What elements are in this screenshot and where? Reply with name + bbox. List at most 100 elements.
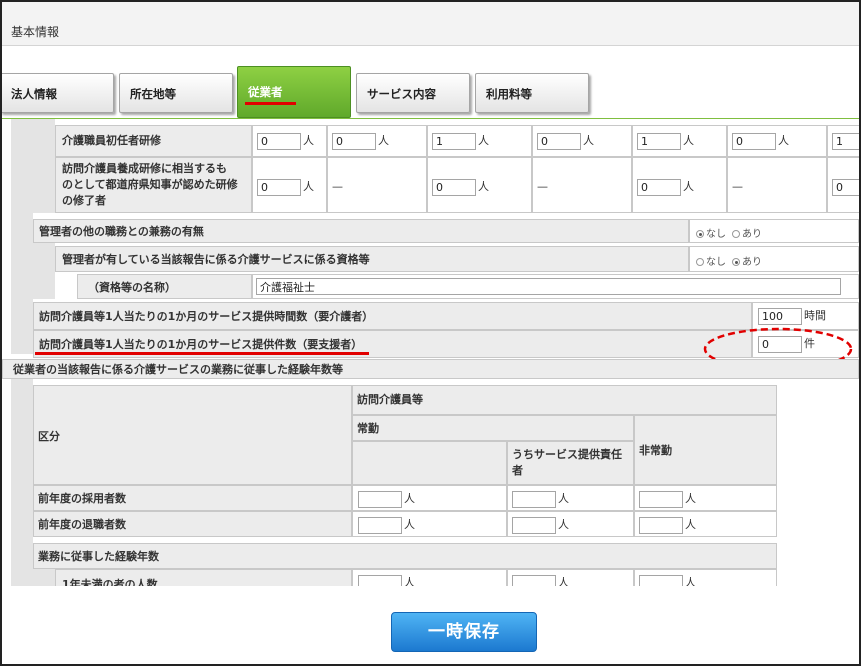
unit-label: 人 bbox=[685, 576, 696, 586]
tab-service-content[interactable]: サービス内容 bbox=[356, 73, 470, 113]
retirements-fulltime-input[interactable] bbox=[358, 517, 402, 534]
unit-label: 人 bbox=[558, 576, 569, 586]
not-applicable-dash: — bbox=[732, 180, 743, 193]
app-frame: 基本情報 法人情報 所在地等 従業者 サービス内容 利用料等 介護職員初任者研修… bbox=[0, 0, 861, 666]
retirements-label-cell: 前年度の退職者数 bbox=[33, 511, 352, 537]
tab-location[interactable]: 所在地等 bbox=[119, 73, 233, 113]
radio-option-yes[interactable]: あり bbox=[732, 225, 762, 240]
unit-label: 人 bbox=[404, 576, 415, 586]
parttime-header-cell: 非常勤 bbox=[634, 415, 777, 485]
equivalent-training-label-line3: の修了者 bbox=[62, 194, 106, 207]
annotation-underline-tab bbox=[245, 102, 296, 105]
unit-label: 人 bbox=[303, 134, 314, 147]
retirements-parttime-input[interactable] bbox=[639, 517, 683, 534]
category-header: 区分 bbox=[38, 430, 60, 443]
unit-label: 人 bbox=[683, 180, 694, 193]
fulltime-sub-header-line1: うちサービス提供責任 bbox=[512, 448, 622, 461]
left-indent-strip-inner bbox=[33, 119, 55, 213]
hires-service-manager-input[interactable] bbox=[512, 491, 556, 508]
hires-label-cell: 前年度の採用者数 bbox=[33, 485, 352, 511]
radio-label: あり bbox=[742, 257, 762, 268]
radio-icon[interactable] bbox=[696, 230, 704, 238]
group-header: 訪問介護員等 bbox=[357, 393, 423, 406]
unit-label: 人 bbox=[685, 492, 696, 505]
years-parttime-input[interactable] bbox=[639, 575, 683, 586]
manager-other-duties-label: 管理者の他の職務との兼務の有無 bbox=[39, 225, 204, 238]
unit-label: 人 bbox=[583, 134, 594, 147]
left-indent-strip bbox=[11, 119, 33, 354]
title-bar: 基本情報 bbox=[2, 2, 859, 46]
left-indent-strip-3 bbox=[33, 569, 55, 586]
radio-label: あり bbox=[742, 229, 762, 240]
years-row-label: 1年未満の者の人数 bbox=[62, 578, 158, 586]
manager-qualification-row: 管理者が有している当該報告に係る介護サービスに係る資格等 bbox=[55, 246, 689, 272]
manager-other-duties-row: 管理者の他の職務との兼務の有無 bbox=[33, 219, 689, 243]
group-header-cell: 訪問介護員等 bbox=[352, 385, 777, 415]
initial-training-input-2[interactable] bbox=[332, 133, 376, 150]
radio-icon[interactable] bbox=[696, 258, 704, 266]
qualification-name-label: （資格等の名称） bbox=[88, 281, 176, 294]
unit-label: 人 bbox=[683, 134, 694, 147]
save-button[interactable]: 一時保存 bbox=[391, 612, 537, 652]
unit-label: 人 bbox=[404, 518, 415, 531]
equivalent-training-label-line2: のとして都道府県知事が認めた研修 bbox=[62, 178, 238, 191]
not-applicable-dash: — bbox=[537, 180, 548, 193]
retirements-service-manager-input[interactable] bbox=[512, 517, 556, 534]
equivalent-training-label-line1: 訪問介護員養成研修に相当するも bbox=[62, 162, 227, 175]
years-row-label-cell: 1年未満の者の人数 bbox=[55, 569, 352, 586]
years-service-manager-input[interactable] bbox=[512, 575, 556, 586]
hires-parttime-input[interactable] bbox=[639, 491, 683, 508]
tab-corporate-info[interactable]: 法人情報 bbox=[2, 73, 114, 113]
radio-icon[interactable] bbox=[732, 258, 740, 266]
row-label-cell: 訪問介護員養成研修に相当するも のとして都道府県知事が認めた研修 の修了者 bbox=[55, 157, 252, 213]
experience-section-header: 従業者の当該報告に係る介護サービスの業務に従事した経験年数等 bbox=[2, 359, 859, 379]
not-applicable-dash: — bbox=[332, 180, 343, 193]
service-hours-row: 訪問介護員等1人当たりの1か月のサービス提供時間数（要介護者） bbox=[33, 302, 752, 330]
equivalent-training-input-2[interactable] bbox=[432, 179, 476, 196]
unit-label: 人 bbox=[303, 180, 314, 193]
radio-option-none[interactable]: なし bbox=[696, 253, 726, 268]
fulltime-sub-header-line2: 者 bbox=[512, 464, 523, 477]
hours-unit-label: 時間 bbox=[804, 309, 826, 322]
category-header-cell: 区分 bbox=[33, 385, 352, 485]
unit-label: 人 bbox=[404, 492, 415, 505]
hires-label: 前年度の採用者数 bbox=[38, 492, 126, 505]
parttime-header: 非常勤 bbox=[639, 444, 672, 457]
initial-training-input-1[interactable] bbox=[257, 133, 301, 150]
years-header-cell: 業務に従事した経験年数 bbox=[33, 543, 777, 569]
cell: なし あり bbox=[689, 219, 859, 243]
qualification-name-input[interactable] bbox=[256, 278, 841, 295]
unit-label: 人 bbox=[378, 134, 389, 147]
equivalent-training-input-4[interactable] bbox=[832, 179, 859, 196]
unit-label: 人 bbox=[478, 180, 489, 193]
service-count-label: 訪問介護員等1人当たりの1か月のサービス提供件数（要支援者） bbox=[39, 338, 363, 351]
hires-fulltime-input[interactable] bbox=[358, 491, 402, 508]
tab-fees[interactable]: 利用料等 bbox=[475, 73, 589, 113]
retirements-label: 前年度の退職者数 bbox=[38, 518, 126, 531]
initial-training-input-6[interactable] bbox=[732, 133, 776, 150]
initial-training-label: 介護職員初任者研修 bbox=[62, 134, 161, 147]
content-panel: 介護職員初任者研修 人 人 人 人 人 人 訪問介護員養成研修に相当するも のと… bbox=[2, 118, 859, 586]
tab-employees[interactable]: 従業者 bbox=[237, 66, 351, 118]
initial-training-input-3[interactable] bbox=[432, 133, 476, 150]
radio-icon[interactable] bbox=[732, 230, 740, 238]
equivalent-training-input-3[interactable] bbox=[637, 179, 681, 196]
left-indent-strip-2 bbox=[11, 379, 33, 586]
radio-label: なし bbox=[706, 257, 726, 268]
radio-option-none[interactable]: なし bbox=[696, 225, 726, 240]
unit-label: 人 bbox=[685, 518, 696, 531]
radio-option-yes[interactable]: あり bbox=[732, 253, 762, 268]
initial-training-input-7[interactable] bbox=[832, 133, 859, 150]
years-fulltime-input[interactable] bbox=[358, 575, 402, 586]
fulltime-sub-header-cell: うちサービス提供責任 者 bbox=[507, 441, 634, 485]
qualification-name-label-cell: （資格等の名称） bbox=[77, 274, 252, 299]
service-hours-input[interactable] bbox=[758, 308, 802, 325]
fulltime-blank-cell bbox=[352, 441, 507, 485]
fulltime-header: 常勤 bbox=[357, 422, 379, 435]
fulltime-header-cell: 常勤 bbox=[352, 415, 634, 441]
initial-training-input-4[interactable] bbox=[537, 133, 581, 150]
equivalent-training-input-1[interactable] bbox=[257, 179, 301, 196]
initial-training-input-5[interactable] bbox=[637, 133, 681, 150]
service-hours-label: 訪問介護員等1人当たりの1か月のサービス提供時間数（要介護者） bbox=[39, 310, 374, 323]
unit-label: 人 bbox=[558, 518, 569, 531]
